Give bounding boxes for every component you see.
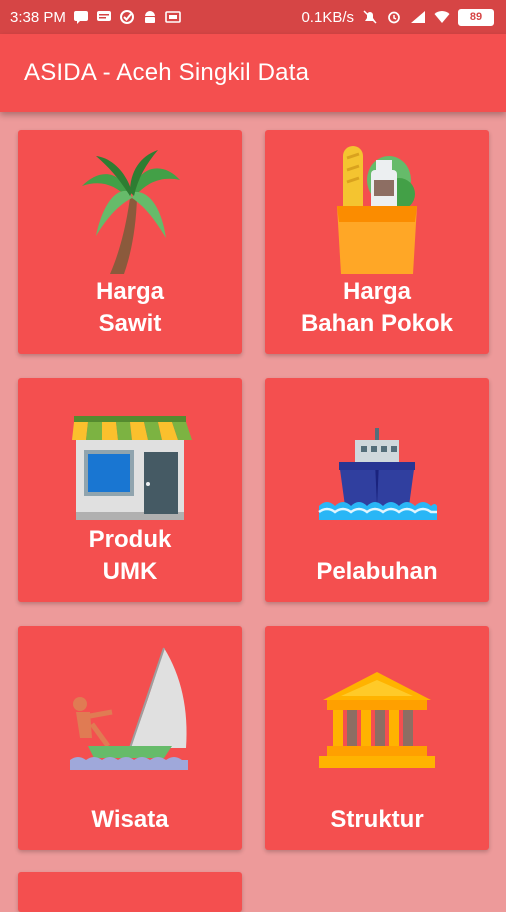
menu-card-label-line1: Wisata (91, 806, 169, 833)
menu-card-label: Produk UMK (18, 524, 242, 588)
menu-card-label-line2: Bahan Pokok (300, 310, 454, 337)
wifi-icon (434, 11, 450, 23)
photo-icon (165, 11, 181, 23)
menu-card-produk-umk[interactable]: Produk UMK (18, 378, 242, 602)
menu-card-struktur[interactable]: Struktur (265, 626, 489, 850)
palm-tree-icon (82, 150, 180, 274)
app-bar: ASIDA - Aceh Singkil Data (0, 34, 506, 112)
alarm-icon (388, 11, 400, 24)
menu-card-label: Harga Bahan Pokok (265, 276, 489, 340)
app-title: ASIDA - Aceh Singkil Data (24, 59, 310, 86)
status-bar-left: 3:38 PM (10, 0, 181, 34)
menu-card-partial[interactable] (18, 872, 242, 912)
message-icon (73, 11, 88, 24)
signal-icon (411, 11, 425, 23)
menu-card-label: Wisata (18, 804, 242, 836)
grocery-bag-icon (337, 146, 417, 274)
menu-card-label-line1: Struktur (330, 806, 424, 833)
menu-card-label: Harga Sawit (18, 276, 242, 340)
battery-icon: 89 (458, 8, 494, 26)
menu-card-label-line1: Harga (95, 278, 165, 305)
mute-icon (363, 10, 377, 24)
check-circle-icon (119, 10, 134, 24)
menu-card-label-line1: Harga (342, 278, 412, 305)
menu-card-label: Pelabuhan (265, 556, 489, 588)
chat-icon (96, 11, 111, 21)
menu-card-label: Struktur (265, 804, 489, 836)
government-building-icon (319, 672, 435, 768)
windsurf-icon (70, 647, 188, 770)
menu-card-label-line2: UMK (102, 558, 158, 585)
status-bar-right: 0.1KB/s 89 (301, 0, 494, 34)
network-speed: 0.1KB/s (301, 8, 354, 26)
menu-card-label-line1: Pelabuhan (316, 558, 438, 585)
menu-card-pelabuhan[interactable]: Pelabuhan (265, 378, 489, 602)
menu-card-label-line2: Sawit (98, 310, 162, 337)
status-time: 3:38 PM (10, 8, 66, 26)
menu-card-harga-bahan-pokok[interactable]: Harga Bahan Pokok (265, 130, 489, 354)
menu-card-label-line1: Produk (88, 526, 172, 553)
shop-icon (72, 416, 192, 520)
menu-card-harga-sawit[interactable]: Harga Sawit (18, 130, 242, 354)
ship-icon (318, 428, 437, 520)
menu-card-wisata[interactable]: Wisata (18, 626, 242, 850)
status-bar: 3:38 PM 0.1KB/s 89 (0, 0, 506, 34)
android-icon (144, 11, 155, 23)
